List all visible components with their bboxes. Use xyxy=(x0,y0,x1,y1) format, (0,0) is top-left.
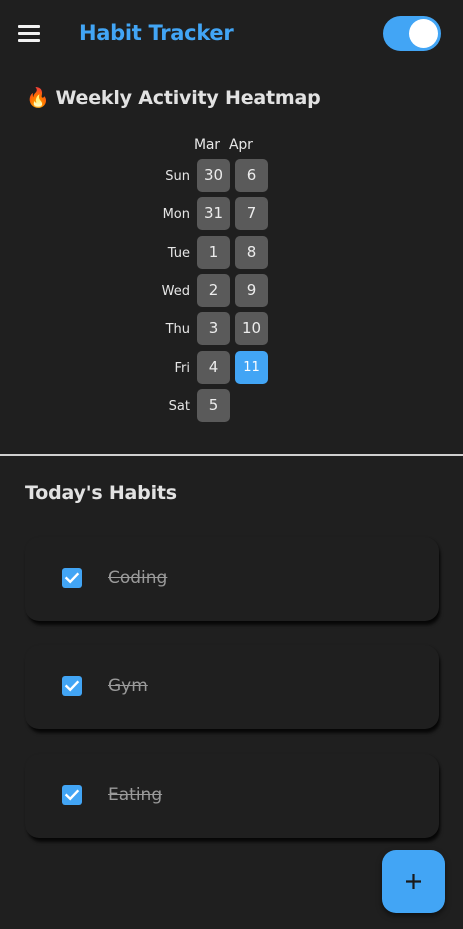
heatmap-cell[interactable]: 30 xyxy=(197,159,230,192)
app-title: Habit Tracker xyxy=(79,21,234,45)
habit-name: Eating xyxy=(108,785,163,805)
check-icon xyxy=(64,572,80,584)
habit-card[interactable]: Coding xyxy=(25,537,439,621)
month-label: Apr xyxy=(229,137,253,153)
heatmap-cell[interactable]: 7 xyxy=(235,197,268,230)
heatmap-cell[interactable]: 6 xyxy=(235,159,268,192)
day-label-tue: Tue xyxy=(167,246,190,261)
theme-toggle[interactable] xyxy=(383,16,441,51)
section-divider xyxy=(0,454,463,456)
heatmap-cell[interactable]: 31 xyxy=(197,197,230,230)
heatmap-title: 🔥 Weekly Activity Heatmap xyxy=(26,84,321,112)
heatmap-cell[interactable]: 4 xyxy=(197,351,230,384)
check-icon xyxy=(64,680,80,692)
habits-title: Today's Habits xyxy=(25,482,177,504)
heatmap-cell[interactable]: 1 xyxy=(197,236,230,269)
habit-card[interactable]: Eating xyxy=(25,754,439,838)
day-label-sun: Sun xyxy=(165,169,190,184)
heatmap-cell[interactable]: 8 xyxy=(235,236,268,269)
app-bar: Habit Tracker xyxy=(0,0,463,66)
habit-card[interactable]: Gym xyxy=(25,645,439,729)
heatmap-cell[interactable]: 5 xyxy=(197,389,230,422)
plus-icon xyxy=(406,874,421,889)
heatmap-cell[interactable]: 3 xyxy=(197,312,230,345)
add-habit-button[interactable] xyxy=(382,850,445,913)
day-label-thu: Thu xyxy=(165,322,190,337)
day-label-mon: Mon xyxy=(162,207,190,222)
heatmap-cell-today[interactable]: 11 xyxy=(235,351,268,384)
day-label-wed: Wed xyxy=(161,284,190,299)
habit-checkbox[interactable] xyxy=(62,676,82,696)
habit-name: Coding xyxy=(108,568,168,588)
month-label: Mar xyxy=(194,137,220,153)
menu-icon[interactable] xyxy=(18,25,40,42)
habit-name: Gym xyxy=(108,676,148,696)
toggle-knob xyxy=(409,19,438,48)
day-label-fri: Fri xyxy=(174,361,191,376)
day-label-sat: Sat xyxy=(168,399,190,414)
habit-checkbox[interactable] xyxy=(62,785,82,805)
heatmap-cell[interactable]: 9 xyxy=(235,274,268,307)
check-icon xyxy=(64,789,80,801)
heatmap-title-text: Weekly Activity Heatmap xyxy=(55,87,321,109)
heatmap-cell[interactable]: 10 xyxy=(235,312,268,345)
habit-checkbox[interactable] xyxy=(62,568,82,588)
heatmap-cell[interactable]: 2 xyxy=(197,274,230,307)
fire-icon: 🔥 xyxy=(26,87,50,109)
